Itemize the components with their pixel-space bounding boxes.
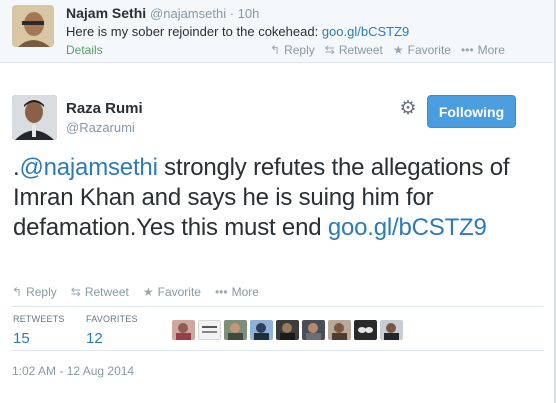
retweets-count[interactable]: 15 <box>13 330 65 347</box>
favorite-label: Favorite <box>407 43 451 57</box>
favoriter-avatar[interactable] <box>224 320 247 340</box>
details-link[interactable]: Details <box>66 43 103 57</box>
tweet-actions: ↰ Reply ⇆ Retweet ★ Favorite ••• More <box>12 285 259 299</box>
more-button[interactable]: ••• More <box>215 285 259 299</box>
retweet-icon: ⇆ <box>324 43 335 57</box>
tweet-text: .@najamsethi strongly refutes the allega… <box>13 153 543 243</box>
favoriter-avatar[interactable] <box>328 320 351 340</box>
favoriter-avatar[interactable] <box>380 320 403 340</box>
previous-reply-button[interactable]: ↰ Reply <box>270 43 315 57</box>
tweet-timestamp[interactable]: 1:02 AM - 12 Aug 2014 <box>12 364 134 378</box>
retweets-label: RETWEETS <box>13 314 65 324</box>
raza-rumi-avatar[interactable] <box>12 95 57 140</box>
previous-tweet-text-prefix: Here is my sober rejoinder to the cokehe… <box>66 24 322 39</box>
previous-tweet-link[interactable]: goo.gl/bCSTZ9 <box>322 24 409 39</box>
previous-favorite-button[interactable]: ★ Favorite <box>393 43 451 57</box>
more-label: More <box>231 285 259 299</box>
stats-divider-bottom <box>12 350 544 351</box>
retweet-button[interactable]: ⇆ Retweet <box>71 285 129 299</box>
retweet-label: Retweet <box>338 43 383 57</box>
more-dots-icon: ••• <box>460 43 474 57</box>
favoriter-avatar[interactable] <box>354 320 377 340</box>
favoriter-avatar[interactable] <box>172 320 195 340</box>
favorites-label: FAVORITES <box>86 314 138 324</box>
favoriters-avatars <box>172 320 403 340</box>
favorites-count[interactable]: 12 <box>86 330 138 347</box>
reply-icon: ↰ <box>12 285 23 299</box>
favoriter-avatar[interactable] <box>276 320 299 340</box>
reply-icon: ↰ <box>270 43 281 57</box>
favoriter-avatar[interactable] <box>250 320 273 340</box>
favorite-star-icon: ★ <box>392 43 404 57</box>
mention-link[interactable]: @najamsethi <box>19 154 157 181</box>
favoriter-avatar[interactable] <box>198 320 221 340</box>
previous-retweet-button[interactable]: ⇆ Retweet <box>325 43 383 57</box>
najam-sethi-avatar[interactable] <box>12 5 54 47</box>
favorites-stat[interactable]: FAVORITES 12 <box>86 314 138 347</box>
more-label: More <box>477 43 505 57</box>
previous-tweet[interactable]: Najam Sethi @najamsethi · 10h Here is my… <box>0 0 554 63</box>
more-dots-icon: ••• <box>214 285 228 299</box>
favorite-star-icon: ★ <box>142 285 154 299</box>
tweet-author-handle[interactable]: @Razarumi <box>66 120 135 135</box>
author-name[interactable]: Najam Sethi <box>66 5 146 21</box>
tweet-link[interactable]: goo.gl/bCSTZ9 <box>328 214 487 241</box>
gear-icon[interactable]: ⚙ <box>398 99 418 119</box>
following-button[interactable]: Following <box>427 95 516 128</box>
favorite-label: Favorite <box>157 285 201 299</box>
stats-divider-top <box>12 306 544 307</box>
favorite-button[interactable]: ★ Favorite <box>143 285 201 299</box>
favoriter-avatar[interactable] <box>302 320 325 340</box>
retweet-icon: ⇆ <box>70 285 81 299</box>
retweets-stat[interactable]: RETWEETS 15 <box>13 314 65 347</box>
tweet-author-name[interactable]: Raza Rumi <box>66 100 143 117</box>
reply-label: Reply <box>26 285 57 299</box>
reply-button[interactable]: ↰ Reply <box>12 285 57 299</box>
previous-more-button[interactable]: ••• More <box>461 43 505 57</box>
reply-label: Reply <box>284 43 315 57</box>
previous-tweet-actions: ↰ Reply ⇆ Retweet ★ Favorite ••• More <box>270 43 505 57</box>
previous-tweet-author[interactable]: Najam Sethi @najamsethi · 10h <box>66 5 259 21</box>
retweet-label: Retweet <box>84 285 129 299</box>
previous-tweet-text: Here is my sober rejoinder to the cokehe… <box>66 24 409 39</box>
author-handle-time: @najamsethi · 10h <box>150 6 260 21</box>
